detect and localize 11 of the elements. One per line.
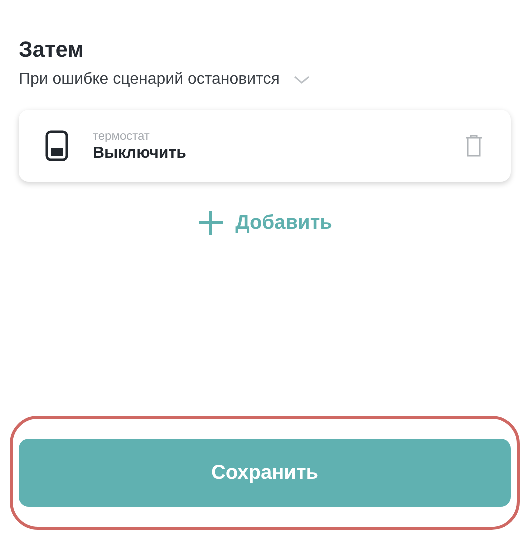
action-label: Выключить	[93, 144, 188, 164]
thermostat-icon	[45, 130, 69, 162]
device-label: термостат	[93, 128, 151, 144]
chevron-down-icon[interactable]	[294, 76, 310, 84]
error-policy-label: При ошибке сценарий остановится	[19, 70, 280, 90]
save-button[interactable]: Сохранить	[19, 439, 511, 507]
action-card[interactable]: термостат Выключить	[19, 110, 511, 182]
trash-icon[interactable]	[465, 134, 483, 158]
plus-icon	[198, 210, 224, 236]
add-button[interactable]: Добавить	[198, 208, 332, 238]
section-title: Затем	[19, 36, 86, 64]
